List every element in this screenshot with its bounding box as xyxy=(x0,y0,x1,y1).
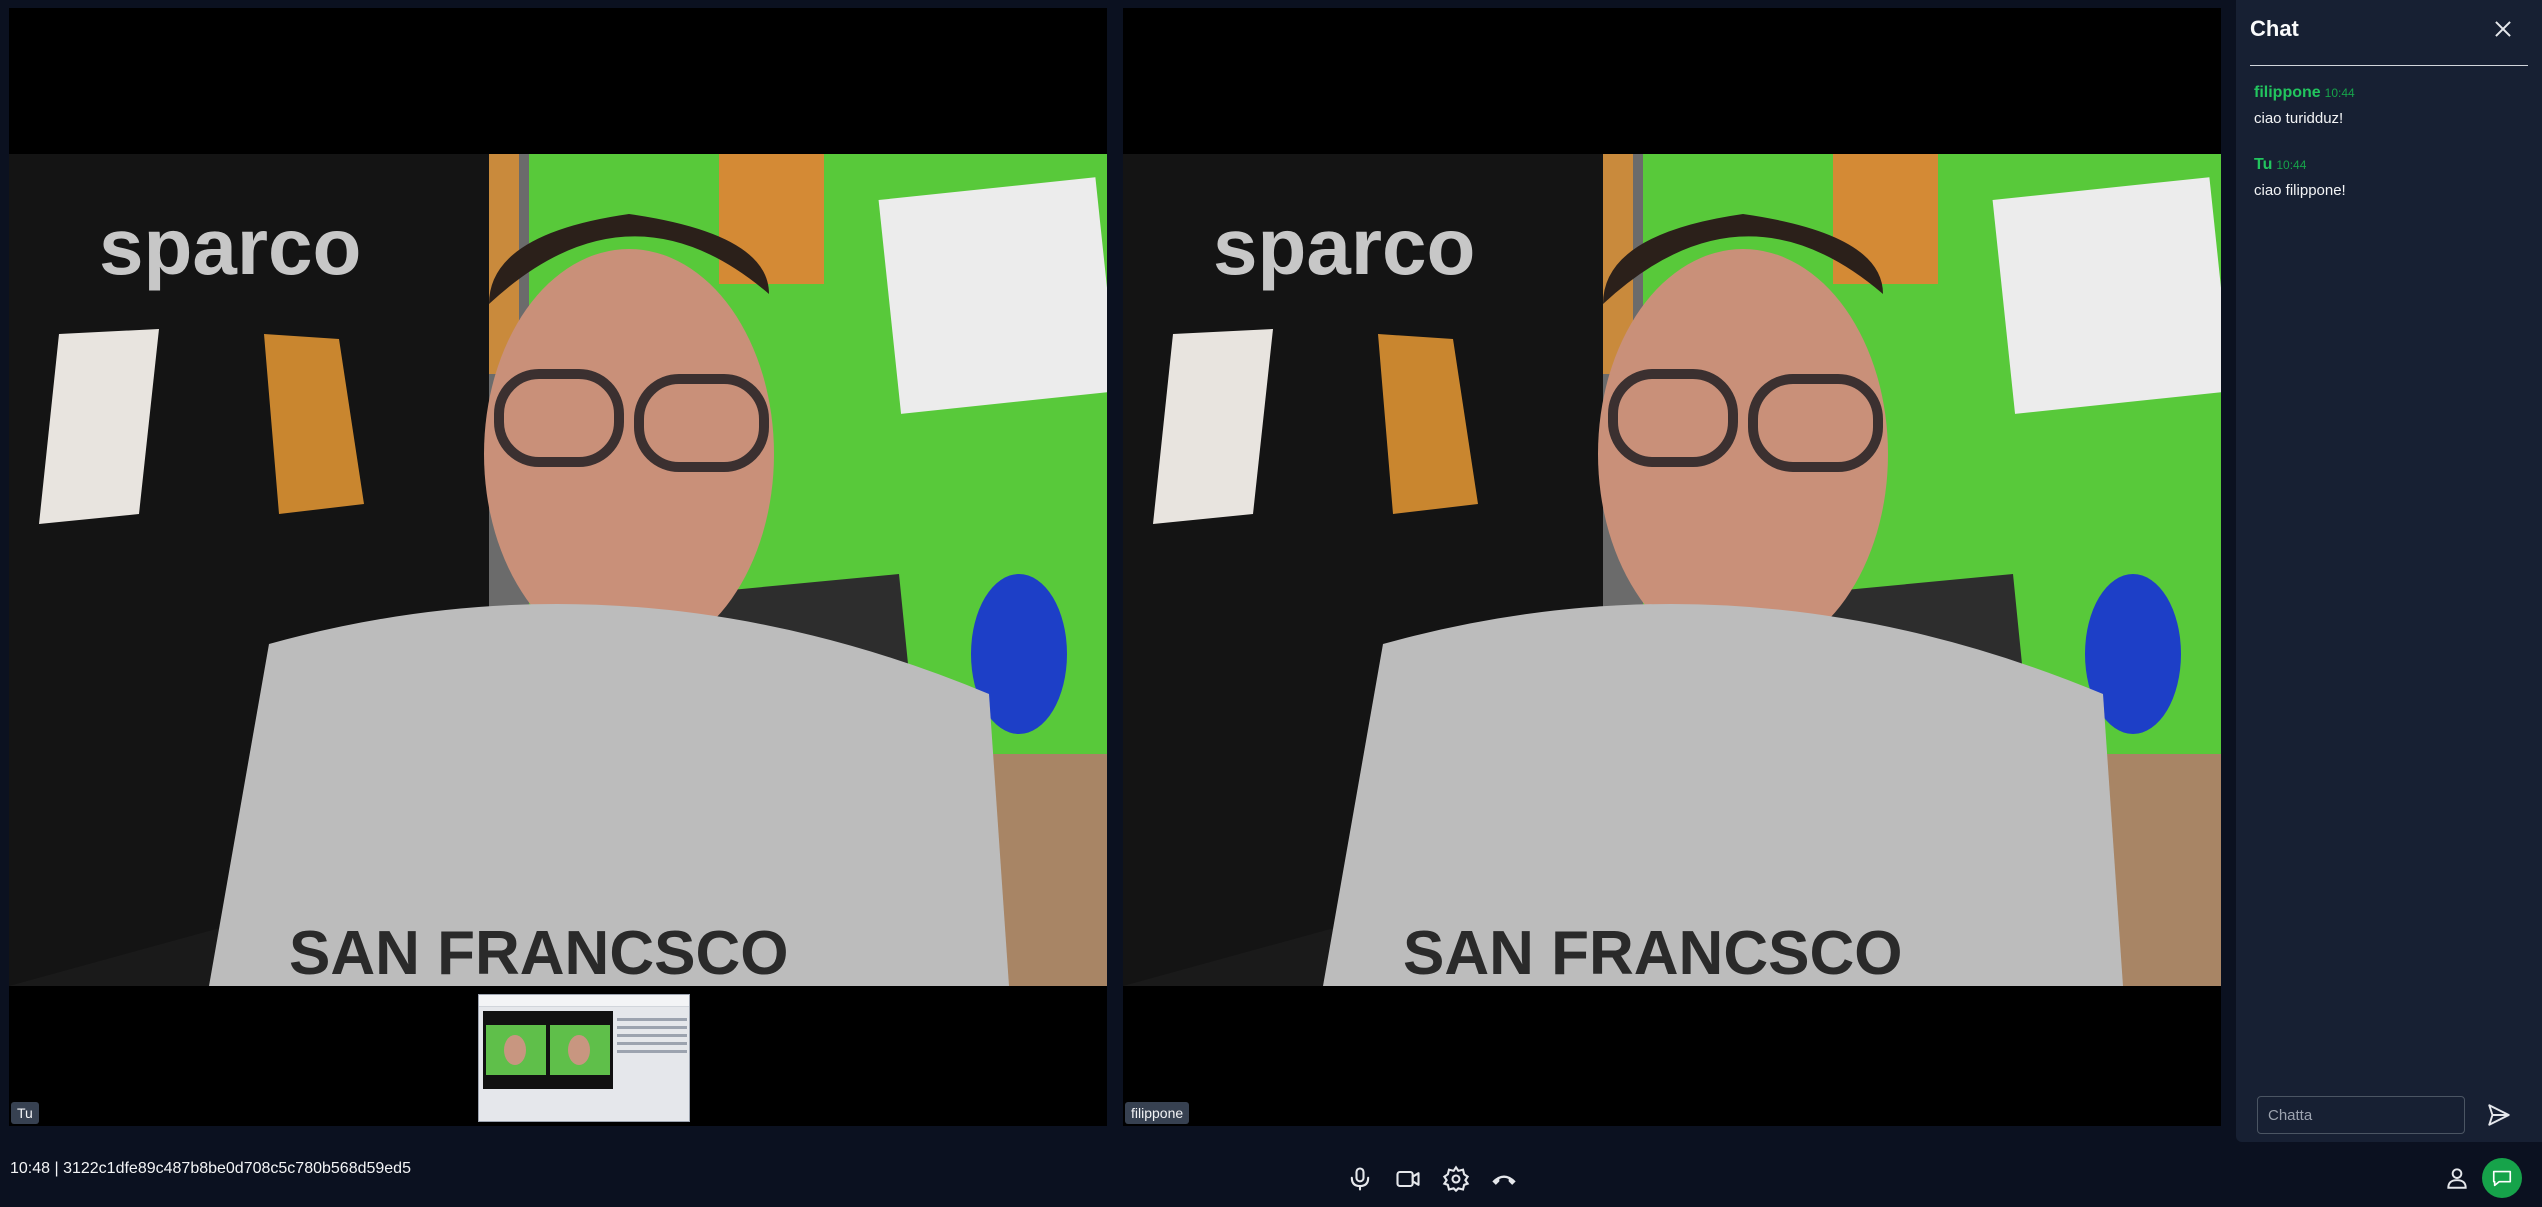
remote-video-tile: sparco SAN FRANCSCO filippone xyxy=(1123,8,2221,1126)
chat-toggle-button[interactable] xyxy=(2482,1158,2522,1198)
chat-title: Chat xyxy=(2250,16,2299,41)
message-time: 10:44 xyxy=(2324,86,2355,100)
chat-bubble-icon xyxy=(2492,1170,2512,1187)
svg-text:sparco: sparco xyxy=(99,202,361,291)
participants-icon[interactable] xyxy=(2444,1165,2470,1191)
video-camera-icon[interactable] xyxy=(1394,1165,1422,1193)
svg-text:SAN FRANCSCO: SAN FRANCSCO xyxy=(289,919,788,986)
message-author: filippone xyxy=(2254,84,2321,101)
close-icon[interactable] xyxy=(2492,18,2514,40)
chat-header: Chat xyxy=(2250,0,2528,66)
send-icon[interactable] xyxy=(2486,1102,2512,1128)
svg-text:sparco: sparco xyxy=(1213,202,1475,291)
local-participant-name: Tu xyxy=(11,1102,39,1124)
chat-message: Tu 10:44 ciao filippone! xyxy=(2254,156,2524,199)
chat-panel: Chat filippone 10:44 ciao turidduz! Tu 10:… xyxy=(2236,0,2542,1142)
message-text: ciao turidduz! xyxy=(2254,110,2344,127)
remote-participant-name: filippone xyxy=(1125,1102,1190,1124)
settings-gear-icon[interactable] xyxy=(1442,1165,1470,1193)
hang-up-icon[interactable] xyxy=(1490,1165,1518,1193)
screen-share-thumbnail xyxy=(478,994,690,1122)
message-author: Tu xyxy=(2254,156,2273,173)
chat-input[interactable] xyxy=(2257,1096,2465,1134)
chat-message: filippone 10:44 ciao turidduz! xyxy=(2254,84,2524,127)
svg-text:SAN FRANCSCO: SAN FRANCSCO xyxy=(1403,919,1902,986)
message-time: 10:44 xyxy=(2276,158,2307,172)
message-text: ciao filippone! xyxy=(2254,182,2346,199)
local-video-stream: sparco SAN FRANCSCO xyxy=(9,154,1107,986)
local-video-tile: sparco SAN FRANCSCO Tu xyxy=(9,8,1107,1126)
remote-video-stream: sparco SAN FRANCSCO xyxy=(1123,154,2221,986)
meeting-info: 10:48 | 3122c1dfe89c487b8be0d708c5c780b5… xyxy=(10,1160,411,1177)
microphone-icon[interactable] xyxy=(1346,1165,1374,1193)
